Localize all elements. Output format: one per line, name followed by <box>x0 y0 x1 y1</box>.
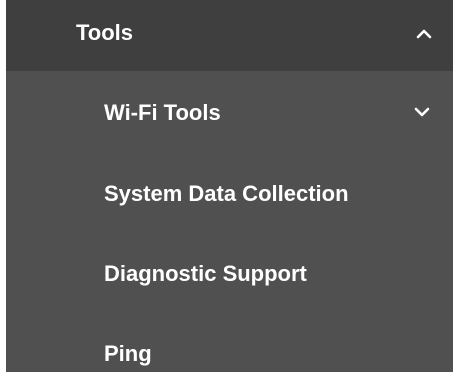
menu-item-label: Wi-Fi Tools <box>104 100 221 125</box>
menu-item-label: Ping <box>104 341 152 366</box>
tools-menu-header[interactable]: Tools <box>6 0 453 71</box>
menu-item-wifi-tools[interactable]: Wi-Fi Tools <box>6 71 453 151</box>
chevron-up-icon[interactable] <box>416 28 432 40</box>
menu-item-diagnostic-support[interactable]: Diagnostic Support <box>6 232 453 312</box>
menu-item-ping[interactable]: Ping <box>6 312 453 392</box>
menu-item-label: System Data Collection <box>104 181 349 206</box>
tools-menu-panel: Tools Wi-Fi Tools System Data Collection… <box>6 0 453 372</box>
chevron-down-icon[interactable] <box>414 106 430 118</box>
menu-item-system-data-collection[interactable]: System Data Collection <box>6 152 453 232</box>
menu-item-label: Diagnostic Support <box>104 261 307 286</box>
tools-menu-label: Tools <box>76 20 134 45</box>
tools-submenu: Wi-Fi Tools System Data Collection Diagn… <box>6 71 453 372</box>
